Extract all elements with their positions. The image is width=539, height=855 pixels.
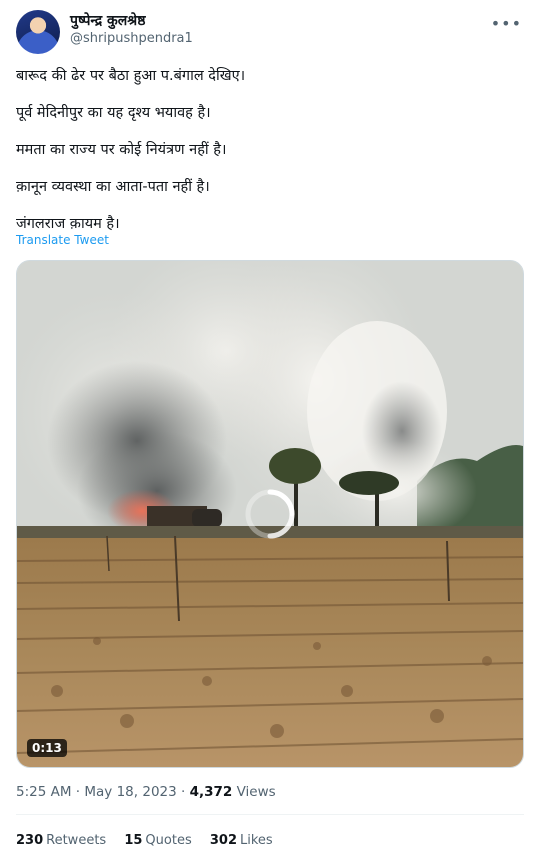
- quotes-label: Quotes: [145, 833, 192, 848]
- tweet-time[interactable]: 5:25 AM: [16, 784, 72, 800]
- tweet-line: क़ानून व्यवस्था का आता-पता नहीं है।: [16, 179, 210, 195]
- tweet-line: पूर्व मेदिनीपुर का यह दृश्य भयावह है।: [16, 105, 211, 121]
- tweet-date[interactable]: May 18, 2023: [84, 784, 176, 800]
- author-info[interactable]: पुष्पेन्द्र कुलश्रेष्ठ @shripushpendra1: [70, 12, 193, 48]
- more-horizontal-icon[interactable]: •••: [491, 14, 522, 33]
- quotes-count: 15: [124, 833, 143, 848]
- retweets-stat[interactable]: 230 Retweets: [16, 833, 106, 848]
- likes-count: 302: [209, 833, 237, 848]
- translate-tweet-link[interactable]: Translate Tweet: [16, 233, 109, 247]
- tweet-line: बारूद की ढेर पर बैठा हुआ प.बंगाल देखिए।: [16, 68, 246, 84]
- meta-separator: ·: [181, 784, 186, 800]
- likes-stat[interactable]: 302 Likes: [210, 833, 273, 848]
- divider: [16, 814, 524, 815]
- tweet-meta: 5:25 AM · May 18, 2023 · 4,372 Views: [16, 784, 276, 800]
- video-duration-badge: 0:13: [27, 739, 67, 757]
- author-name[interactable]: पुष्पेन्द्र कुलश्रेष्ठ: [70, 12, 193, 30]
- retweets-label: Retweets: [46, 833, 107, 848]
- author-handle[interactable]: @shripushpendra1: [70, 30, 193, 48]
- tweet-header: पुष्पेन्द्र कुलश्रेष्ठ @shripushpendra1 …: [16, 10, 524, 56]
- views-count: 4,372: [189, 784, 233, 800]
- video-frame: [17, 261, 523, 767]
- video-player[interactable]: 0:13: [16, 260, 524, 768]
- retweets-count: 230: [16, 833, 44, 848]
- likes-label: Likes: [240, 833, 273, 848]
- engagement-stats: 230 Retweets 15 Quotes 302 Likes: [16, 833, 287, 848]
- quotes-stat[interactable]: 15 Quotes: [124, 833, 191, 848]
- avatar[interactable]: [16, 10, 60, 54]
- tweet-line: जंगलराज क़ायम है।: [16, 216, 120, 232]
- tweet-text: बारूद की ढेर पर बैठा हुआ प.बंगाल देखिए। …: [16, 66, 524, 251]
- tweet-line: ममता का राज्य पर कोई नियंत्रण नहीं है।: [16, 142, 227, 158]
- views-label: Views: [236, 784, 276, 800]
- meta-separator: ·: [75, 784, 81, 800]
